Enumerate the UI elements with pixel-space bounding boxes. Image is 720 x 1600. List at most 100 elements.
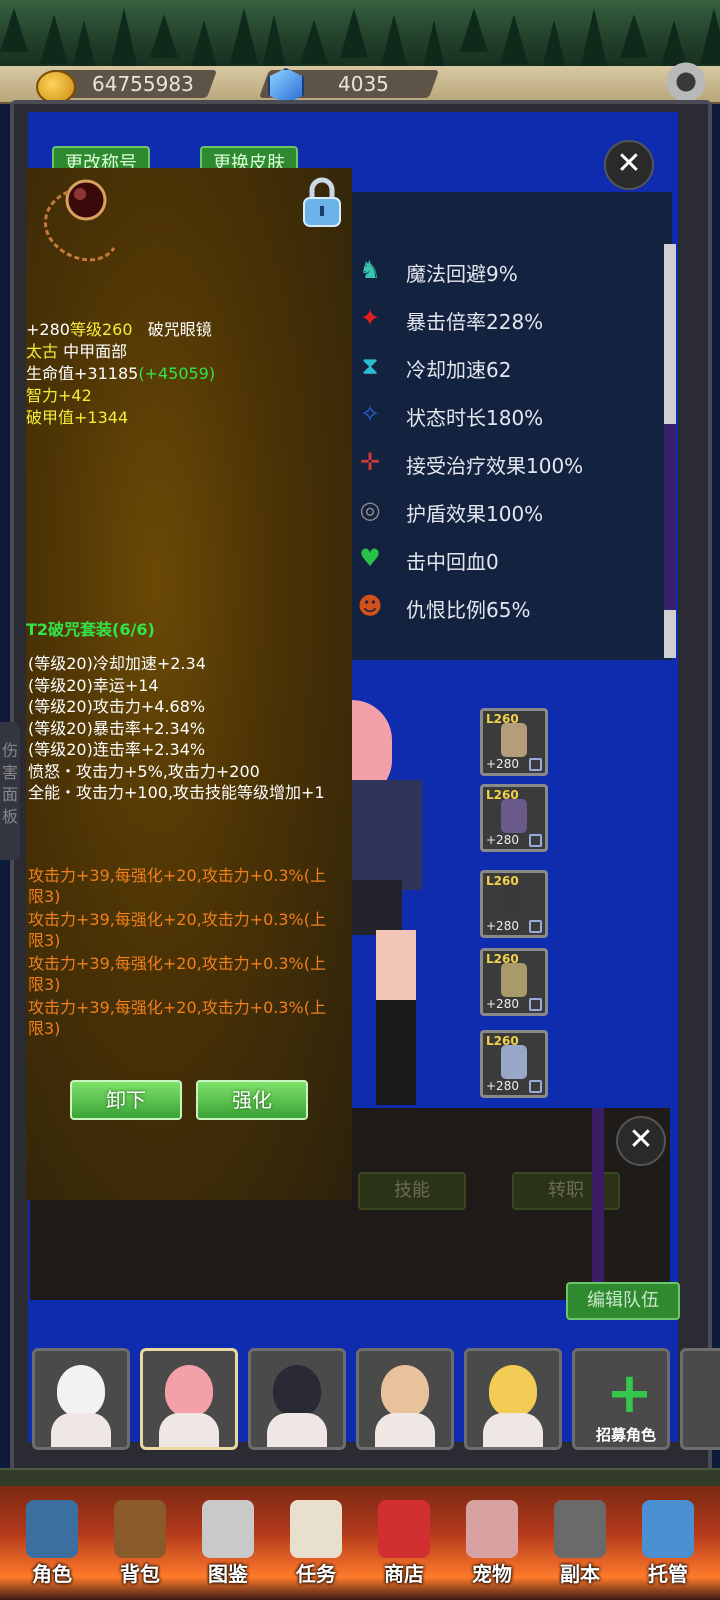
book-icon — [202, 1500, 254, 1558]
settings-gear-icon[interactable] — [664, 60, 708, 104]
equipment-item-icon — [501, 1045, 527, 1079]
stats-scrollbar-thumb[interactable] — [664, 424, 676, 610]
stat-text: 冷却加速62 — [406, 358, 512, 382]
equipment-slot[interactable]: L260 +280 — [480, 784, 548, 852]
stat-row: ♞ 魔法回避9% — [352, 246, 662, 294]
stat-text: 仇恨比例65% — [406, 598, 531, 622]
lock-icon — [529, 1080, 542, 1093]
tooltip-hp-line: 生命值+31185(+45059) — [26, 360, 215, 384]
enhance-button[interactable]: 强化 — [196, 1080, 308, 1120]
tree-shape — [150, 14, 178, 58]
tree-shape — [230, 8, 258, 64]
stat-row: ✧ 状态时长180% — [352, 390, 662, 438]
nav-item-4[interactable]: 商店 — [368, 1500, 440, 1592]
tree-shape — [460, 8, 488, 52]
calendar-icon — [642, 1500, 694, 1558]
equipment-slot[interactable]: L260 +280 — [480, 1030, 548, 1098]
equipment-slot[interactable]: L260 +280 — [480, 870, 548, 938]
tooltip-header: +280等级260 破咒眼镜 — [26, 316, 212, 340]
stat-text: 护盾效果100% — [406, 502, 544, 526]
status-duration-icon: ✧ — [359, 400, 381, 428]
tree-shape — [700, 8, 720, 64]
nav-item-0[interactable]: 角色 — [16, 1500, 88, 1592]
stat-text: 击中回血0 — [406, 550, 499, 574]
equipment-slot[interactable]: L260 +280 — [480, 948, 548, 1016]
nav-item-2[interactable]: 图鉴 — [192, 1500, 264, 1592]
hero-portrait — [57, 1365, 105, 1417]
stat-row: ☻ 仇恨比例65% — [352, 582, 662, 630]
hero-card[interactable] — [32, 1348, 130, 1450]
enchant-line-cont: 限3) — [28, 931, 61, 950]
set-name: T2破咒套装(6/6) — [26, 620, 155, 639]
set-bonus-line: (等级20)攻击力+4.68% — [28, 697, 206, 716]
equipment-enhance: +280 — [486, 833, 519, 847]
character-legs — [376, 930, 416, 1105]
nav-label: 托管 — [648, 1562, 688, 1586]
crit-multiplier-icon: ✦ — [359, 304, 381, 332]
lifesteal-icon: ♥ — [359, 544, 381, 572]
enchant-line-cont: 限3) — [28, 975, 61, 994]
equipment-item-icon — [501, 723, 527, 757]
equipment-level: L260 — [486, 712, 519, 726]
set-bonus-line: (等级20)连击率+2.34% — [28, 740, 206, 759]
character-jacket — [352, 780, 422, 890]
gold-amount: 64755983 — [92, 72, 194, 96]
hero-body — [51, 1413, 111, 1447]
close-lower-panel-button[interactable]: ✕ — [616, 1116, 666, 1166]
hero-portrait — [273, 1365, 321, 1417]
gold-coin-icon — [36, 70, 76, 104]
item-name: 破咒眼镜 — [147, 320, 212, 339]
item-quality: 太古 — [26, 342, 59, 361]
equipment-slot[interactable]: L260 +280 — [480, 708, 548, 776]
item-armor-pen: 破甲值+1344 — [26, 408, 129, 427]
helmet-icon — [26, 1500, 78, 1558]
lower-panel-scrollbar[interactable] — [592, 1108, 604, 1298]
nav-label: 图鉴 — [208, 1562, 248, 1586]
equipment-enhance: +280 — [486, 997, 519, 1011]
hero-portrait — [489, 1365, 537, 1417]
hero-card[interactable] — [356, 1348, 454, 1450]
edit-team-button[interactable]: 编辑队伍 — [566, 1282, 680, 1320]
item-intelligence: 智力+42 — [26, 386, 92, 405]
tree-shape — [190, 20, 218, 70]
nav-label: 宠物 — [472, 1562, 512, 1586]
enchant-line: 攻击力+39,每强化+20,攻击力+0.3%(上 — [28, 954, 327, 973]
equipment-level: L260 — [486, 874, 519, 888]
unlocked-padlock-icon[interactable] — [300, 176, 344, 228]
hero-card[interactable] — [140, 1348, 238, 1450]
unequip-button[interactable]: 卸下 — [70, 1080, 182, 1120]
hero-card[interactable] — [464, 1348, 562, 1450]
lock-icon — [529, 998, 542, 1011]
nav-label: 角色 — [32, 1562, 72, 1586]
equipment-enhance: +280 — [486, 1079, 519, 1093]
nav-item-6[interactable]: 副本 — [544, 1500, 616, 1592]
nav-item-7[interactable]: 托管 — [632, 1500, 704, 1592]
nav-item-1[interactable]: 背包 — [104, 1500, 176, 1592]
stat-text: 魔法回避9% — [406, 262, 518, 286]
lock-icon — [529, 920, 542, 933]
backpack-icon — [114, 1500, 166, 1558]
nav-item-5[interactable]: 宠物 — [456, 1500, 528, 1592]
nav-item-3[interactable]: 任务 — [280, 1500, 352, 1592]
hero-card[interactable] — [248, 1348, 346, 1450]
scroll-icon — [290, 1500, 342, 1558]
stat-row: ✦ 暴击倍率228% — [352, 294, 662, 342]
tree-shape — [0, 8, 28, 52]
nav-label: 商店 — [384, 1562, 424, 1586]
damage-panel-tab[interactable]: 伤害面板 — [0, 722, 20, 860]
shop-icon — [378, 1500, 430, 1558]
item-level: 等级260 — [69, 320, 133, 339]
enchant-line: 攻击力+39,每强化+20,攻击力+0.3%(上 — [28, 998, 327, 1017]
hero-card-partial[interactable] — [680, 1348, 720, 1450]
tab-skills[interactable]: 技能 — [358, 1172, 466, 1210]
item-hp: 生命值+31185 — [26, 364, 139, 383]
tooltip-quality-line: 太古 中甲面部 — [26, 338, 127, 362]
lock-icon — [529, 758, 542, 771]
close-panel-button[interactable]: ✕ — [604, 140, 654, 190]
tree-shape — [110, 8, 138, 70]
glasses-chain-item-icon — [44, 179, 116, 262]
hero-body — [159, 1413, 219, 1447]
hero-body — [267, 1413, 327, 1447]
set-bonus-line: (等级20)幸运+14 — [28, 675, 159, 695]
enchant-line: 攻击力+39,每强化+20,攻击力+0.3%(上 — [28, 866, 327, 885]
